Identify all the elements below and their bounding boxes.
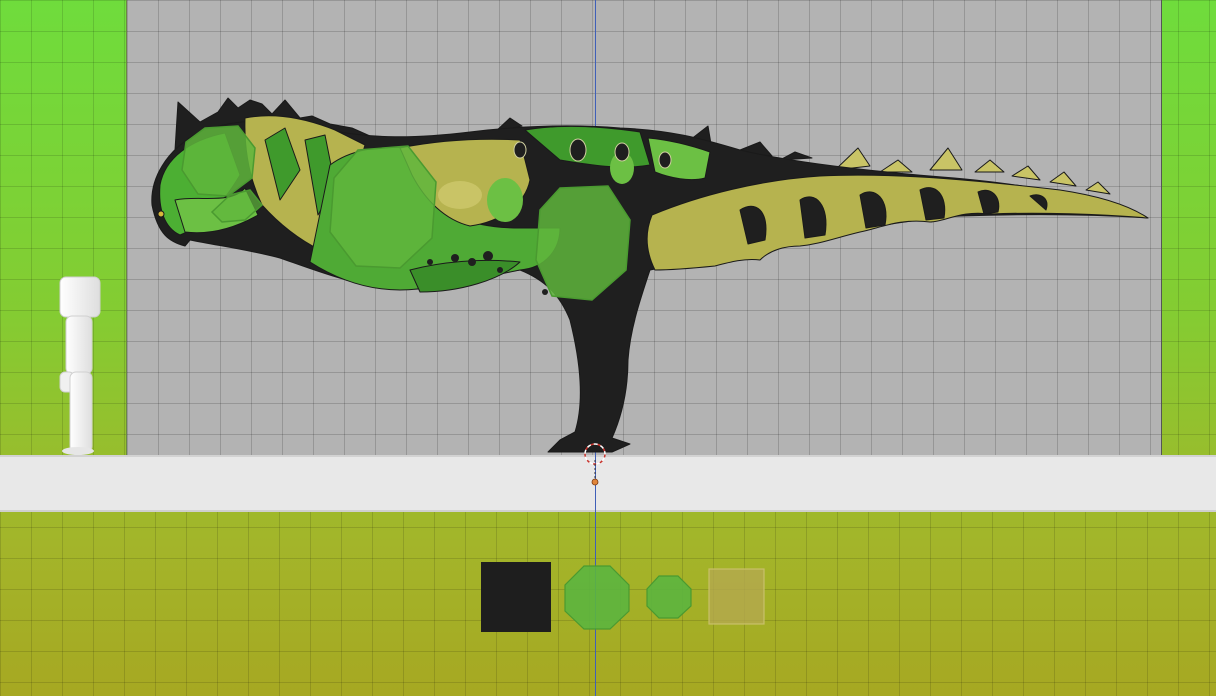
material-palette[interactable]: [481, 562, 765, 632]
swatch-green-small: [646, 575, 692, 619]
dinosaur-model[interactable]: [151, 97, 1149, 453]
scene-canvas[interactable]: [0, 0, 1216, 696]
swatch-olive: [708, 568, 765, 625]
human-scale-figure[interactable]: [59, 276, 101, 455]
swatch-black: [481, 562, 551, 632]
scale-plate-shoulder: [329, 145, 437, 269]
swatch-green-large: [564, 565, 630, 630]
